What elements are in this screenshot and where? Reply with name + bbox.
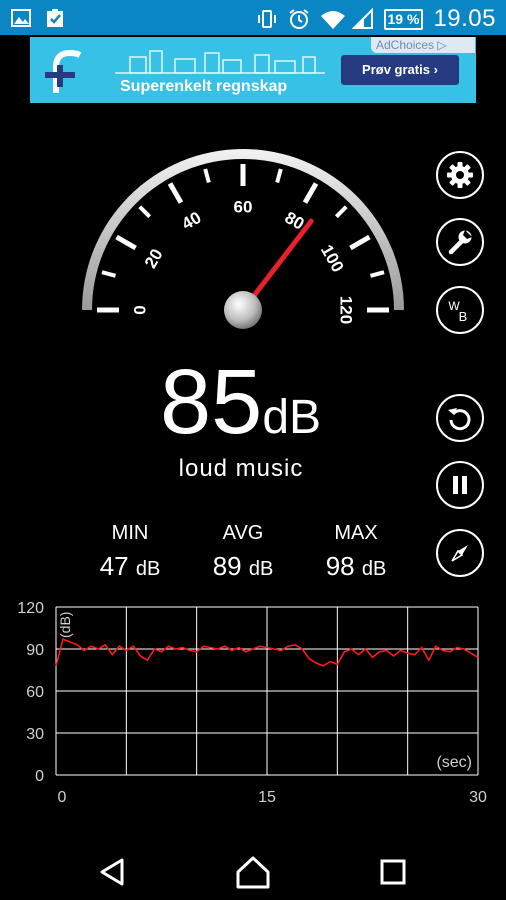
min-label: MIN [111, 522, 149, 544]
ad-banner[interactable]: Superenkelt regnskap Prøv gratis › AdCho… [30, 37, 476, 103]
clock: 19.05 [433, 5, 496, 32]
y-axis-label: (dB) [57, 612, 73, 638]
gauge-tick-label: 20 [141, 246, 167, 272]
x-tick-label: 30 [469, 789, 487, 806]
min-value: 47 [99, 551, 129, 581]
x-tick-label: 0 [58, 789, 67, 806]
gauge-tick [167, 182, 184, 204]
ad-skyline-illustration [115, 50, 325, 74]
ad-cta-label: Prøv gratis [362, 62, 430, 77]
x-tick-label: 15 [258, 789, 276, 806]
gauge-tick [115, 234, 137, 251]
tools-button[interactable] [436, 218, 484, 266]
gauge-tick-label: 100 [317, 241, 348, 275]
svg-text:B: B [459, 309, 468, 324]
reading-value: 85 [160, 351, 263, 453]
ad-cta-button[interactable]: Prøv gratis › [341, 55, 459, 85]
image-notification-icon [10, 7, 32, 29]
current-reading: 85dB [160, 352, 321, 452]
avg-stat: AVG 89 dB [183, 522, 303, 582]
max-value: 98 [325, 551, 355, 581]
gauge-tick-label: 60 [234, 198, 253, 217]
gauge-tick-label: 120 [337, 296, 356, 324]
min-stat: MIN 47 dB [70, 522, 190, 582]
weighting-button[interactable]: W B [436, 286, 484, 334]
wifi-icon [320, 8, 345, 30]
x-axis-label: (sec) [436, 754, 472, 771]
y-tick-label: 30 [26, 726, 44, 743]
chevron-right-icon: › [433, 62, 438, 77]
status-bar: 19 % 19.05 [0, 0, 506, 35]
min-unit: dB [135, 558, 161, 580]
gauge-tick [302, 182, 319, 204]
recent-apps-icon[interactable] [373, 852, 413, 892]
vibrate-icon [256, 8, 278, 30]
clipboard-check-icon [44, 7, 66, 29]
reading-unit: dB [262, 391, 322, 444]
reset-icon [448, 408, 471, 431]
compass-icon [451, 545, 468, 562]
y-tick-label: 60 [26, 684, 44, 701]
wrench-icon [448, 230, 472, 255]
ad-logo-icon [45, 49, 82, 93]
signal-icon [351, 7, 374, 30]
battery-indicator: 19 % [383, 8, 424, 30]
sound-level-gauge: 020406080100120 [82, 149, 404, 329]
avg-value: 89 [212, 551, 242, 581]
gauge-tick [138, 205, 152, 219]
avg-unit: dB [248, 558, 274, 580]
navigation-bar [0, 840, 506, 900]
gauge-tick [203, 168, 211, 184]
ad-headline: Superenkelt regnskap [120, 78, 288, 95]
reset-button[interactable] [436, 394, 484, 442]
pause-button[interactable] [436, 461, 484, 509]
adchoices-badge[interactable]: AdChoices ▷ [371, 37, 475, 53]
gauge-tick [101, 270, 117, 278]
gauge-tick [334, 205, 348, 219]
adchoices-label: AdChoices [376, 38, 435, 52]
gear-icon [447, 162, 473, 188]
pause-icon [453, 476, 467, 494]
avg-label: AVG [222, 522, 264, 544]
gauge-tick-label: 40 [179, 208, 205, 234]
max-unit: dB [361, 558, 387, 580]
adchoices-icon: ▷ [437, 38, 447, 52]
back-icon[interactable] [92, 852, 132, 892]
gauge-tick [369, 270, 385, 278]
alarm-icon [288, 8, 310, 30]
compass-button[interactable] [436, 529, 484, 577]
max-stat: MAX 98 dB [296, 522, 416, 582]
home-icon[interactable] [233, 852, 273, 892]
noise-description: loud music [178, 455, 304, 482]
settings-button[interactable] [436, 151, 484, 199]
y-tick-label: 120 [17, 600, 44, 617]
y-tick-label: 90 [26, 642, 44, 659]
gauge-tick [275, 168, 283, 184]
gauge-knob [224, 291, 262, 329]
max-label: MAX [334, 522, 378, 544]
history-chart: 120 90 60 30 0 0 15 30 (dB) (sec) [17, 600, 487, 806]
gauge-tick-label: 0 [131, 305, 150, 314]
gauge-tick [349, 234, 371, 251]
weighting-icon: W B [448, 299, 468, 324]
y-tick-label: 0 [35, 768, 44, 785]
